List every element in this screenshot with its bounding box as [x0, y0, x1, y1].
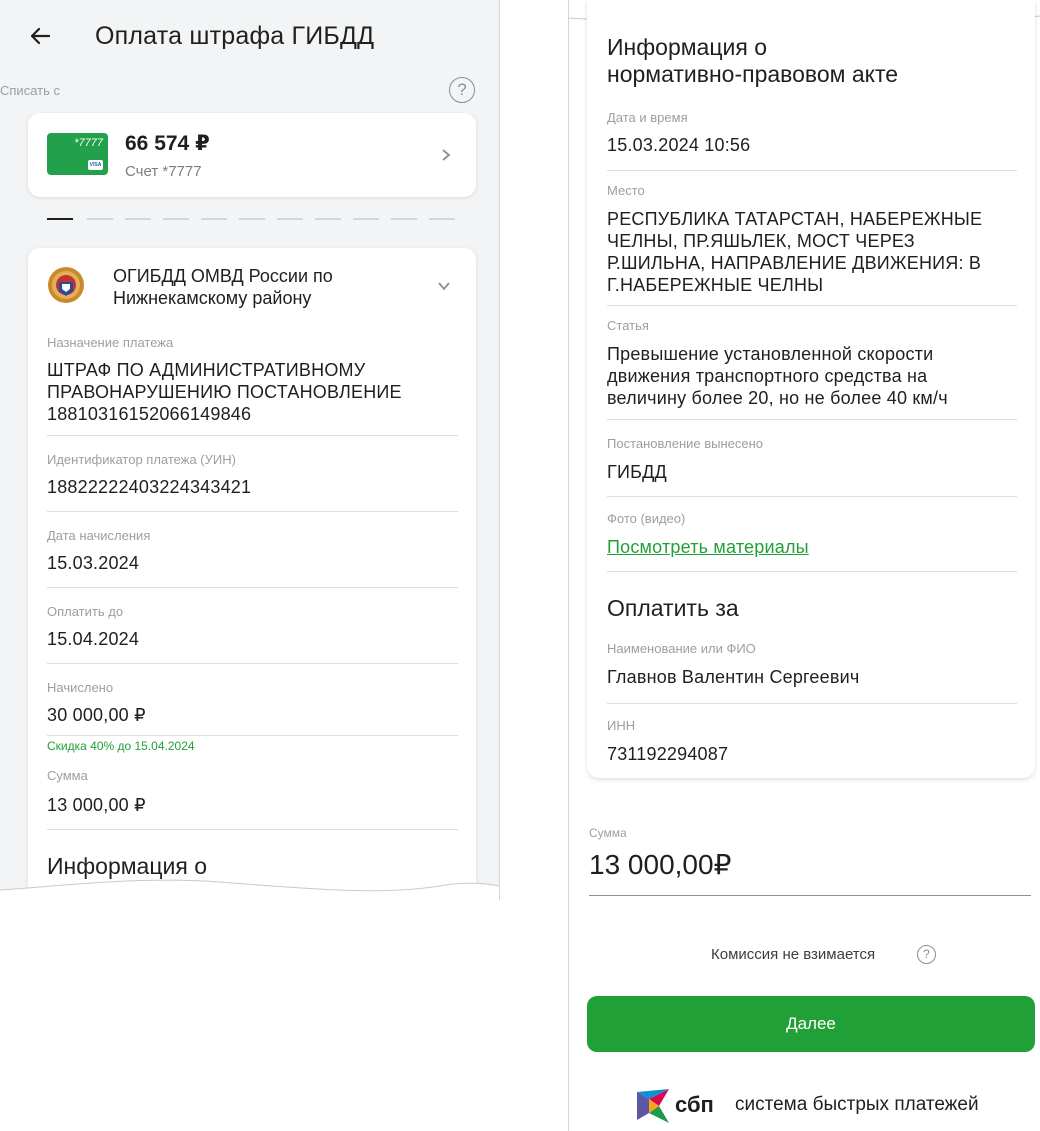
- pager-dash[interactable]: [315, 218, 341, 220]
- datetime-value: 15.03.2024 10:56: [607, 135, 751, 155]
- commission-text: Комиссия не взимается: [711, 946, 876, 963]
- help-icon[interactable]: ?: [449, 77, 475, 103]
- discount-note: Скидка 40% до 15.04.2024: [47, 739, 195, 753]
- article-label: Статья: [607, 318, 649, 333]
- uin-value: 18822222403224343421: [47, 477, 252, 497]
- chevron-down-icon[interactable]: [437, 279, 451, 293]
- gibdd-emblem-icon: [48, 267, 84, 303]
- divider: [47, 829, 458, 830]
- divider: [607, 496, 1017, 497]
- pager-dash[interactable]: [87, 218, 113, 220]
- issued-by-label: Постановление вынесено: [607, 436, 764, 451]
- purpose-label: Назначение платежа: [47, 335, 174, 350]
- pager-dash[interactable]: [429, 218, 455, 220]
- bank-card-icon: *7777 VISA: [47, 133, 108, 175]
- right-screen: Информация о нормативно-правовом акте Да…: [568, 0, 1040, 1131]
- sum-underline: [589, 895, 1031, 896]
- accrual-date-label: Дата начисления: [47, 528, 151, 543]
- datetime-label: Дата и время: [607, 110, 688, 125]
- payer-name-label: Наименование или ФИО: [607, 641, 756, 656]
- view-materials-link[interactable]: Посмотреть материалы: [607, 536, 809, 558]
- pager-dash[interactable]: [239, 218, 265, 220]
- divider: [47, 511, 458, 512]
- act-title: Информация о нормативно-правовом акте: [607, 34, 899, 87]
- payer-name-value: Главнов Валентин Сергеевич: [607, 667, 860, 687]
- page-title: Оплата штрафа ГИБДД: [95, 22, 375, 50]
- place-label: Место: [607, 183, 645, 198]
- divider: [607, 571, 1017, 572]
- sbp-caption: система быстрых платежей: [735, 1094, 979, 1115]
- divider: [607, 703, 1017, 704]
- article-value: Превышение установленной скорости движен…: [607, 344, 948, 408]
- payer-title: Оплатить за: [607, 595, 739, 621]
- accrual-date-value: 15.03.2024: [47, 553, 140, 573]
- inn-value: 731192294087: [607, 744, 729, 764]
- back-arrow-icon[interactable]: [28, 24, 52, 48]
- divider: [607, 419, 1017, 420]
- divider: [47, 663, 458, 664]
- recipient-name: ОГИБДД ОМВД России по Нижнекамскому райо…: [113, 266, 333, 308]
- left-screen: Оплата штрафа ГИБДД Списать с ? *7777 VI…: [0, 0, 500, 900]
- accrued-value: 30 000,00 ₽: [47, 705, 146, 725]
- chevron-right-icon[interactable]: [439, 148, 453, 162]
- torn-edge: [0, 879, 499, 900]
- divider: [47, 435, 458, 436]
- pager-dash[interactable]: [277, 218, 303, 220]
- purpose-value: ШТРАФ ПО АДМИНИСТРАТИВНОМУ ПРАВОНАРУШЕНИ…: [47, 360, 402, 424]
- blank-area: [0, 900, 510, 1131]
- inn-label: ИНН: [607, 718, 636, 733]
- pay-until-label: Оплатить до: [47, 604, 124, 619]
- sum-label: Сумма: [589, 826, 627, 840]
- pager-dash[interactable]: [353, 218, 379, 220]
- pager-dash[interactable]: [201, 218, 227, 220]
- pager-dash[interactable]: [163, 218, 189, 220]
- divider: [607, 305, 1017, 306]
- next-button[interactable]: Далее: [587, 996, 1035, 1052]
- place-value: РЕСПУБЛИКА ТАТАРСТАН, НАБЕРЕЖНЫЕ ЧЕЛНЫ, …: [607, 209, 983, 295]
- balance: 66 574 ₽: [125, 132, 210, 155]
- sum-input[interactable]: 13 000,00₽: [589, 848, 731, 881]
- pager-dash[interactable]: [125, 218, 151, 220]
- uin-label: Идентификатор платежа (УИН): [47, 452, 236, 467]
- source-label: Списать с: [0, 83, 60, 98]
- account-number: Счет *7777: [125, 163, 202, 180]
- commission-help-icon[interactable]: ?: [917, 945, 936, 964]
- accrued-label: Начислено: [47, 680, 114, 695]
- amount-label: Сумма: [47, 768, 88, 783]
- amount-value: 13 000,00 ₽: [47, 795, 146, 815]
- divider: [607, 170, 1017, 171]
- divider: [47, 735, 458, 736]
- pager-dash[interactable]: [391, 218, 417, 220]
- sbp-logo-text: сбп: [675, 1092, 714, 1117]
- media-label: Фото (видео): [607, 511, 686, 526]
- pager-dash-active[interactable]: [47, 218, 73, 220]
- pay-until-value: 15.04.2024: [47, 629, 140, 649]
- sbp-logo-icon: [637, 1089, 669, 1123]
- issued-by-value: ГИБДД: [607, 462, 667, 482]
- divider: [47, 587, 458, 588]
